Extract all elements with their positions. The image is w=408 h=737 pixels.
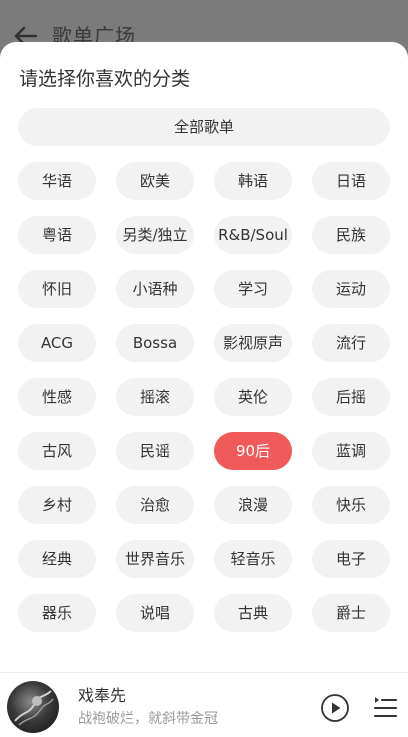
category-chip[interactable]: 乡村 [18, 486, 96, 524]
category-chip[interactable]: 民谣 [116, 432, 194, 470]
category-chip[interactable]: 古风 [18, 432, 96, 470]
category-chip[interactable]: 运动 [312, 270, 390, 308]
category-chip[interactable]: ACG [18, 324, 96, 362]
category-chip[interactable]: 治愈 [116, 486, 194, 524]
category-chip[interactable]: 另类/独立 [116, 216, 194, 254]
category-chip[interactable]: 古典 [214, 594, 292, 632]
playlist-icon[interactable] [372, 693, 398, 721]
category-chip[interactable]: 电子 [312, 540, 390, 578]
category-chip[interactable]: 流行 [312, 324, 390, 362]
category-chip[interactable]: 影视原声 [214, 324, 292, 362]
category-chip[interactable]: R&B/Soul [214, 216, 292, 254]
song-title: 戏奉先 [78, 686, 127, 705]
category-chip[interactable]: 小语种 [116, 270, 194, 308]
category-chip[interactable]: 经典 [18, 540, 96, 578]
category-chip[interactable]: 爵士 [312, 594, 390, 632]
category-chip[interactable]: 器乐 [18, 594, 96, 632]
song-lyric: 战袍破烂，就斜带金冠 [78, 711, 218, 727]
sheet-title: 请选择你喜欢的分类 [19, 68, 191, 90]
category-chip[interactable]: 欧美 [116, 162, 194, 200]
category-grid: 华语 欧美 韩语 日语粤语 另类/独立 R&B/Soul 民族怀旧 小语种 学习 运动 ACG Bos… [18, 162, 390, 632]
category-chip[interactable]: 摇滚 [116, 378, 194, 416]
category-chip[interactable]: Bossa [116, 324, 194, 362]
category-chip[interactable]: 粤语 [18, 216, 96, 254]
album-art[interactable] [7, 681, 59, 733]
category-chip[interactable]: 蓝调 [312, 432, 390, 470]
all-playlists-button[interactable]: 全部歌单 [18, 108, 390, 146]
category-chip[interactable]: 英伦 [214, 378, 292, 416]
mini-player[interactable]: 戏奉先 战袍破烂，就斜带金冠 [0, 672, 408, 737]
category-sheet: 请选择你喜欢的分类 全部歌单 华语 欧美 韩语 日语粤语 另类/独立 R&B/Soul 民族… [0, 42, 408, 672]
category-chip[interactable]: 轻音乐 [214, 540, 292, 578]
category-chip[interactable]: 华语 [18, 162, 96, 200]
category-chip[interactable]: 浪漫 [214, 486, 292, 524]
category-chip[interactable]: 民族 [312, 216, 390, 254]
category-chip[interactable]: 怀旧 [18, 270, 96, 308]
category-chip[interactable]: 后摇 [312, 378, 390, 416]
category-chip[interactable]: 日语 [312, 162, 390, 200]
category-chip[interactable]: 性感 [18, 378, 96, 416]
category-chip[interactable]: 快乐 [312, 486, 390, 524]
category-chip[interactable]: 学习 [214, 270, 292, 308]
play-icon[interactable] [320, 693, 350, 723]
category-chip[interactable]: 韩语 [214, 162, 292, 200]
category-chip[interactable]: 世界音乐 [116, 540, 194, 578]
category-chip[interactable]: 90后 [214, 432, 292, 470]
category-chip[interactable]: 说唱 [116, 594, 194, 632]
